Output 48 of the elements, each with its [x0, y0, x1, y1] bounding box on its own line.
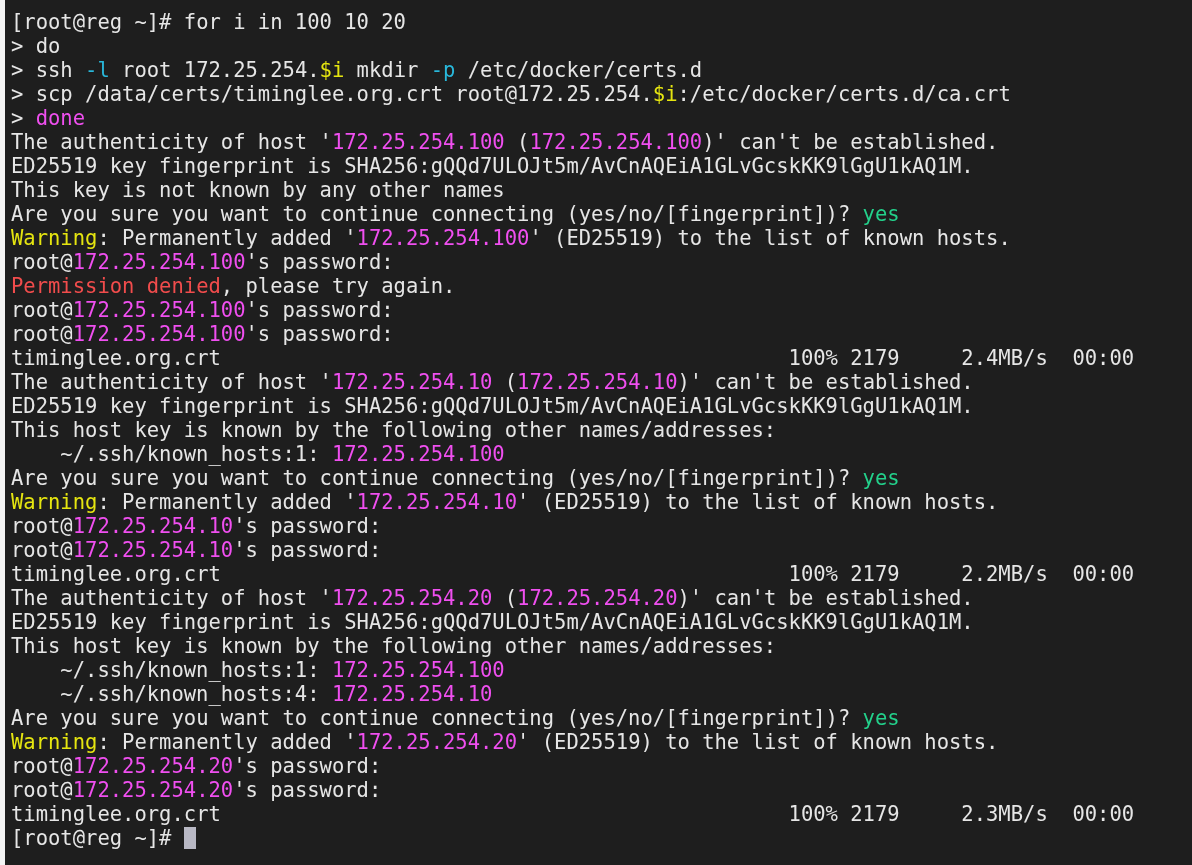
terminal-line: root@172.25.254.20's password: — [11, 778, 382, 802]
terminal-line: Warning: Permanently added '172.25.254.20' (ED25519) to the list of known hosts. — [11, 730, 999, 754]
terminal-line: The authenticity of host '172.25.254.10 (172.25.254.10)' can't be established. — [11, 370, 974, 394]
transfer-time: 00:00 — [1072, 346, 1135, 370]
terminal-line: Are you sure you want to continue connecting (yes/no/[fingerprint])? yes — [11, 466, 900, 490]
transfer-percent: 100% — [788, 802, 839, 826]
file-size: 2179 — [850, 562, 901, 586]
terminal-line: ED25519 key fingerprint is SHA256:gQQd7ULOJt5m/AvCnAQEiA1GLvGcskKK9lGgU1kAQ1M. — [11, 610, 974, 634]
terminal-line: This host key is known by the following other names/addresses: — [11, 418, 777, 442]
terminal-line: The authenticity of host '172.25.254.100 (172.25.254.100)' can't be established. — [11, 130, 999, 154]
file-name: timinglee.org.crt — [11, 562, 222, 586]
terminal-line: Warning: Permanently added '172.25.254.10' (ED25519) to the list of known hosts. — [11, 490, 999, 514]
file-name: timinglee.org.crt — [11, 346, 222, 370]
shell-prompt: [root@reg ~]# — [11, 826, 172, 850]
transfer-percent: 100% — [788, 562, 839, 586]
text-cursor — [183, 827, 196, 849]
terminal-line: root@172.25.254.100's password: — [11, 298, 394, 322]
terminal-line: ED25519 key fingerprint is SHA256:gQQd7ULOJt5m/AvCnAQEiA1GLvGcskKK9lGgU1kAQ1M. — [11, 394, 974, 418]
terminal-line: This key is not known by any other names — [11, 178, 505, 202]
terminal-line: ED25519 key fingerprint is SHA256:gQQd7ULOJt5m/AvCnAQEiA1GLvGcskKK9lGgU1kAQ1M. — [11, 154, 974, 178]
terminal-line: > scp /data/certs/timinglee.org.crt root@172.25.254.$i:/etc/docker/certs.d/ca.crt — [11, 82, 1011, 106]
terminal-line: Warning: Permanently added '172.25.254.100' (ED25519) to the list of known hosts. — [11, 226, 1011, 250]
terminal-line: > done — [11, 106, 86, 130]
terminal-line: > do — [11, 34, 61, 58]
transfer-time: 00:00 — [1072, 802, 1135, 826]
terminal-line: root@172.25.254.10's password: — [11, 538, 382, 562]
transfer-speed: 2.4MB/s — [961, 346, 1049, 370]
terminal-line: This host key is known by the following other names/addresses: — [11, 634, 777, 658]
transfer-speed: 2.2MB/s — [961, 562, 1049, 586]
file-name: timinglee.org.crt — [11, 802, 222, 826]
terminal-line: The authenticity of host '172.25.254.20 (172.25.254.20)' can't be established. — [11, 586, 974, 610]
terminal-line: Are you sure you want to continue connecting (yes/no/[fingerprint])? yes — [11, 202, 900, 226]
terminal-line: root@172.25.254.10's password: — [11, 514, 382, 538]
terminal-line: root@172.25.254.100's password: — [11, 322, 394, 346]
transfer-speed: 2.3MB/s — [961, 802, 1049, 826]
terminal-line: Permission denied, please try again. — [11, 274, 456, 298]
transfer-time: 00:00 — [1072, 562, 1135, 586]
terminal-line: [root@reg ~]# for i in 100 10 20 — [11, 10, 406, 34]
terminal-line: root@172.25.254.100's password: — [11, 250, 394, 274]
file-size: 2179 — [850, 346, 901, 370]
file-size: 2179 — [850, 802, 901, 826]
transfer-percent: 100% — [788, 346, 839, 370]
terminal-line: ~/.ssh/known_hosts:1: 172.25.254.100 — [60, 442, 505, 466]
terminal-line: ~/.ssh/known_hosts:4: 172.25.254.10 — [60, 682, 493, 706]
terminal-line: > ssh -l root 172.25.254.$i mkdir -p /etc/docker/certs.d — [11, 58, 703, 82]
terminal-line: Are you sure you want to continue connecting (yes/no/[fingerprint])? yes — [11, 706, 900, 730]
terminal-line: root@172.25.254.20's password: — [11, 754, 382, 778]
terminal-line: ~/.ssh/known_hosts:1: 172.25.254.100 — [60, 658, 505, 682]
